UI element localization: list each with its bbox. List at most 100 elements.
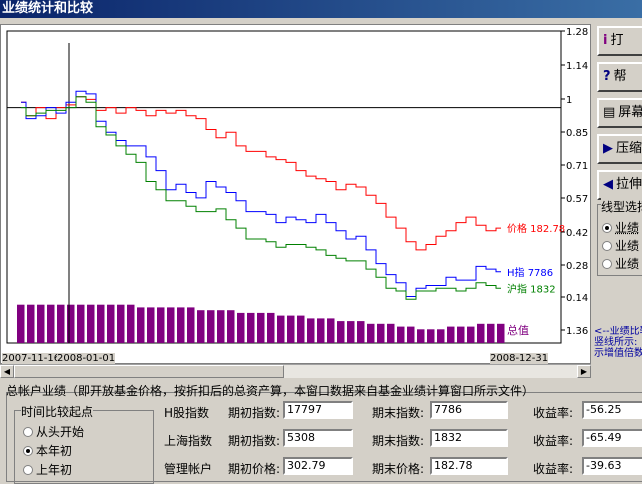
hshare-return-field[interactable]: -56.25 bbox=[582, 401, 642, 419]
hshare-start-field[interactable]: 17797 bbox=[283, 401, 353, 419]
bar bbox=[207, 310, 215, 343]
bar bbox=[317, 318, 325, 343]
return-label: 收益率: bbox=[533, 406, 574, 420]
bar bbox=[237, 312, 245, 343]
bar bbox=[407, 326, 415, 343]
bar bbox=[97, 304, 105, 343]
arrow-left-icon: ◀ bbox=[603, 177, 613, 192]
bar bbox=[127, 304, 135, 343]
bar bbox=[307, 318, 315, 343]
bar bbox=[77, 304, 85, 343]
line-type-legend: 线型选择 bbox=[601, 198, 642, 215]
stretch-button[interactable]: ◀ 拉伸 bbox=[597, 170, 642, 200]
shanghai-start-field[interactable]: 5308 bbox=[283, 429, 353, 447]
end-label: 期末价格: bbox=[372, 462, 425, 476]
time-start-group: 时间比较起点 从头开始 本年初 上年初 bbox=[14, 403, 154, 484]
series-line bbox=[21, 96, 501, 300]
bars-label: 总值 bbox=[507, 323, 529, 337]
help-icon: ? bbox=[603, 69, 611, 84]
bar bbox=[107, 304, 115, 343]
return-label: 收益率: bbox=[533, 462, 574, 476]
horizontal-scrollbar[interactable]: ◀ ▶ bbox=[0, 364, 591, 378]
bar bbox=[257, 312, 265, 343]
radio-icon[interactable] bbox=[23, 446, 33, 456]
hshare-end-field[interactable]: 7786 bbox=[430, 401, 508, 419]
print-button[interactable]: i打 bbox=[597, 26, 642, 56]
performance-chart[interactable]: 价格 182.78 H指 7786 沪指 1832 总值 1.28 1.14 1 0.85 0.… bbox=[0, 24, 591, 364]
managed-end-field[interactable]: 182.78 bbox=[430, 457, 508, 475]
y-tick-label: 0.85 bbox=[566, 128, 588, 139]
bar bbox=[327, 318, 335, 343]
bar bbox=[267, 312, 275, 343]
bar bbox=[387, 323, 395, 343]
end-label: 期末指数: bbox=[372, 406, 425, 420]
managed-start-field[interactable]: 302.79 bbox=[283, 457, 353, 475]
note-line: 竖线所示: bbox=[594, 337, 638, 348]
bar bbox=[297, 315, 305, 343]
bar bbox=[47, 304, 55, 343]
bar bbox=[417, 329, 425, 343]
series-line bbox=[21, 90, 501, 297]
shanghai-end-field[interactable]: 1832 bbox=[430, 429, 508, 447]
y-tick-label: 0.71 bbox=[566, 161, 588, 172]
scroll-right-icon[interactable]: ▶ bbox=[577, 365, 591, 378]
screen-button[interactable]: ▤ 屏幕 bbox=[597, 98, 642, 128]
x-start-label: 2007-11-16 bbox=[2, 353, 61, 364]
bar bbox=[337, 321, 345, 343]
managed-return-field[interactable]: -39.63 bbox=[582, 457, 642, 475]
line-type-option-1[interactable]: 业绩 bbox=[602, 219, 639, 236]
help-button[interactable]: ? 帮 bbox=[597, 62, 642, 92]
time-start-legend: 时间比较起点 bbox=[21, 403, 94, 420]
shanghai-return-field[interactable]: -65.49 bbox=[582, 429, 642, 447]
bar bbox=[27, 304, 35, 343]
radio-icon[interactable] bbox=[602, 223, 612, 233]
start-label: 期初指数: bbox=[228, 434, 281, 448]
chart-note: <--业绩比较 竖线所示: 示增值倍数 bbox=[594, 326, 642, 359]
bar bbox=[117, 304, 125, 343]
row-name-managed: 管理帐户 bbox=[164, 462, 213, 476]
bar bbox=[397, 326, 405, 343]
bar bbox=[477, 323, 485, 343]
time-option-this-year[interactable]: 本年初 bbox=[23, 442, 72, 459]
line-type-option-2[interactable]: 业绩 bbox=[602, 237, 639, 254]
bar bbox=[17, 304, 25, 343]
bar bbox=[37, 304, 45, 343]
bar bbox=[247, 312, 255, 343]
bar bbox=[287, 315, 295, 343]
bar bbox=[497, 323, 505, 343]
bar bbox=[227, 310, 235, 343]
bar bbox=[137, 307, 145, 343]
compress-button[interactable]: ▶ 压缩 bbox=[597, 134, 642, 164]
line-type-option-3[interactable]: 业绩 bbox=[602, 255, 639, 272]
time-option-last-year[interactable]: 上年初 bbox=[23, 461, 72, 478]
time-option-label: 本年初 bbox=[36, 444, 73, 458]
y-tick-label: 0.28 bbox=[566, 261, 588, 272]
y-tick-label: 0.42 bbox=[566, 228, 588, 239]
cursor-date-label: 2008-01-01 bbox=[57, 353, 116, 364]
bar bbox=[57, 304, 65, 343]
print-label: 打 bbox=[610, 33, 624, 48]
chart-canvas: 价格 182.78 H指 7786 沪指 1832 总值 1.28 1.14 1 0.85 0.… bbox=[6, 27, 588, 344]
radio-icon[interactable] bbox=[602, 241, 612, 251]
screen-icon: ▤ bbox=[603, 105, 616, 120]
bar bbox=[147, 307, 155, 343]
y-tick-label: 1.36 bbox=[566, 326, 588, 337]
arrow-right-icon: ▶ bbox=[603, 141, 613, 156]
time-option-from-start[interactable]: 从头开始 bbox=[23, 423, 84, 440]
bar bbox=[487, 323, 495, 343]
bar bbox=[87, 304, 95, 343]
bar bbox=[277, 315, 285, 343]
radio-icon[interactable] bbox=[602, 259, 612, 269]
radio-icon[interactable] bbox=[23, 465, 33, 475]
radio-icon[interactable] bbox=[23, 427, 33, 437]
line-type-option-label: 业绩 bbox=[615, 257, 640, 271]
bar bbox=[217, 310, 225, 343]
scroll-thumb[interactable] bbox=[14, 365, 284, 378]
y-tick-label: 0.14 bbox=[566, 293, 588, 304]
bar bbox=[467, 326, 475, 343]
series-label: 价格 182.78 bbox=[507, 222, 565, 235]
row-name-shanghai: 上海指数 bbox=[164, 434, 213, 448]
bar bbox=[187, 307, 195, 343]
scroll-left-icon[interactable]: ◀ bbox=[0, 365, 14, 378]
account-description: 总帐户业绩（即开放基金价格，按折扣后的总资产算，本窗口数据来自基金业绩计算窗口所… bbox=[6, 384, 535, 398]
